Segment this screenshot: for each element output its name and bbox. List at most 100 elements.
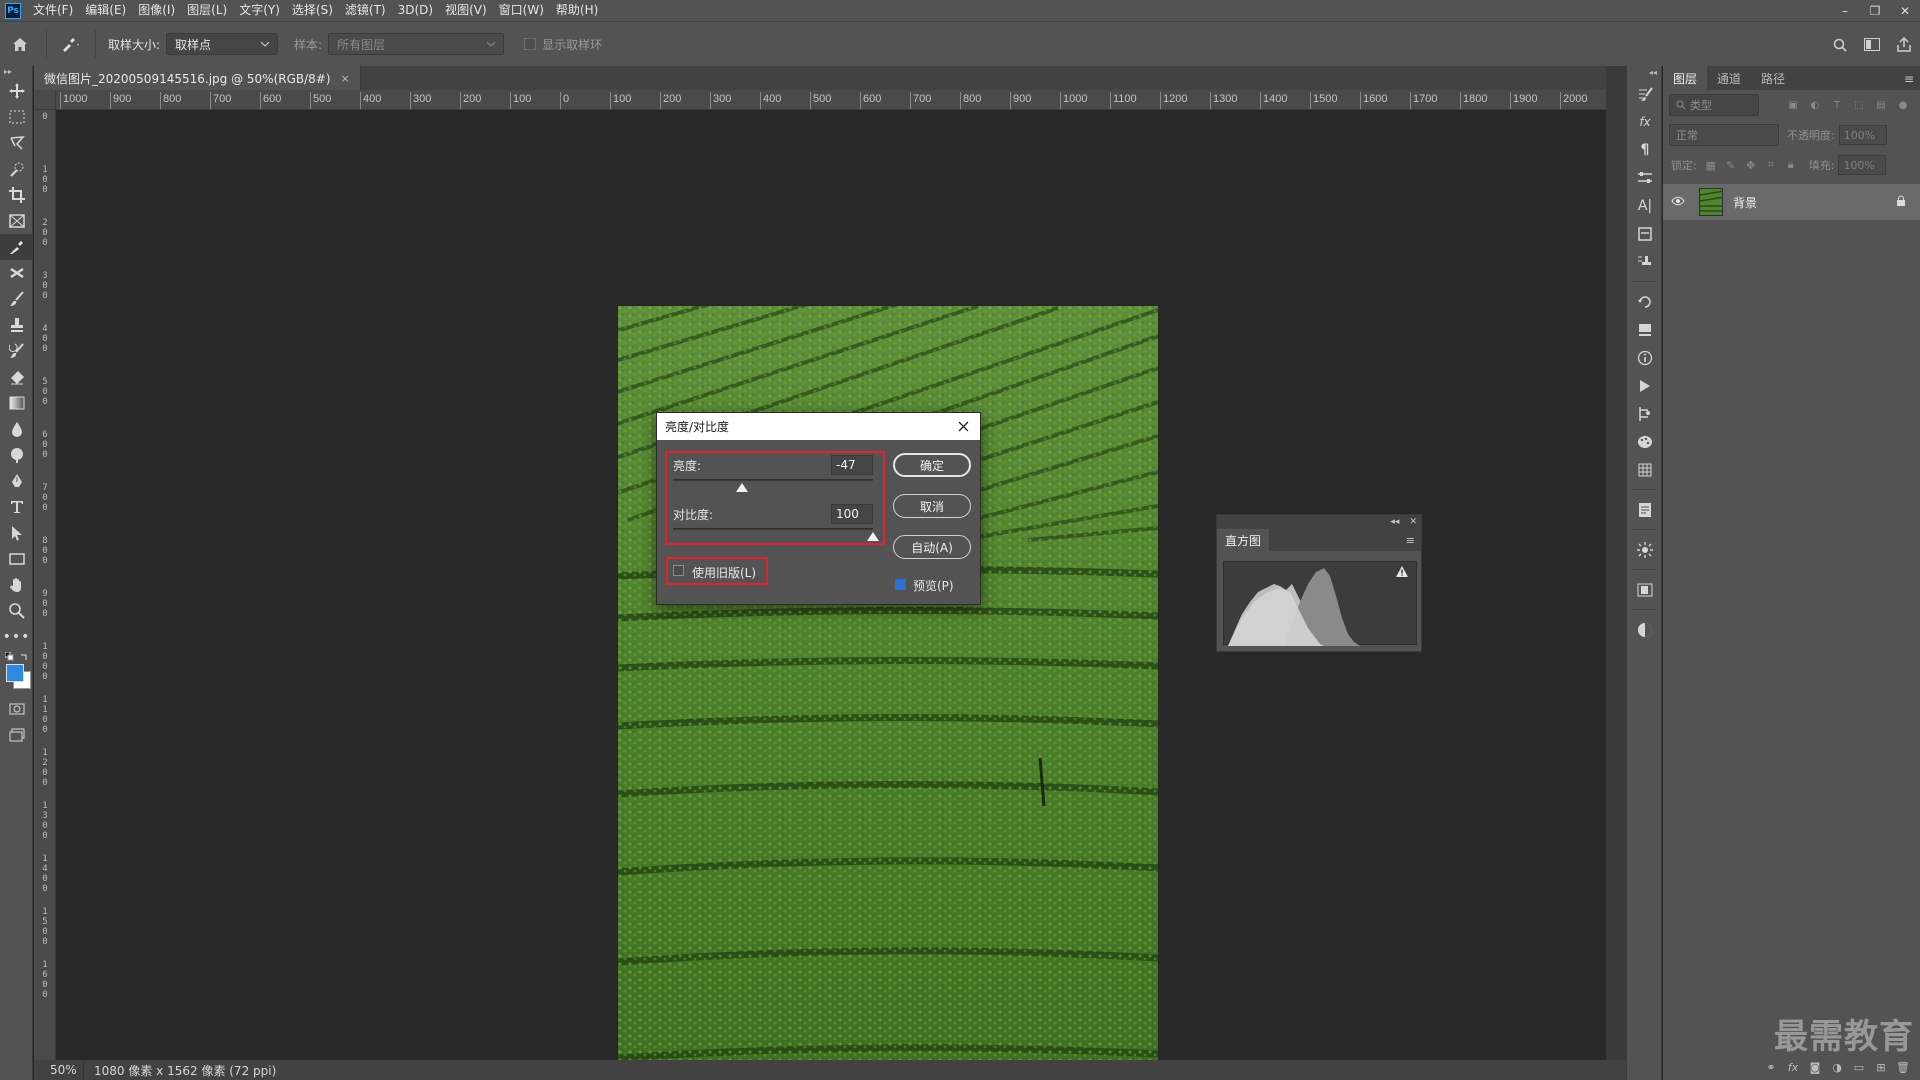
clone-source-button[interactable] [1627, 248, 1663, 276]
character-button[interactable]: A| [1627, 192, 1663, 220]
new-layer-icon[interactable]: ⊞ [1870, 1061, 1892, 1074]
lasso-tool[interactable] [0, 130, 33, 156]
brightness-input[interactable]: -47 [831, 455, 873, 475]
document-info[interactable]: 1080 像素 x 1562 像素 (72 ppi) [84, 1062, 276, 1079]
filter-toggle-icon[interactable]: ● [1892, 94, 1914, 116]
swatches-panel-button[interactable] [1627, 428, 1663, 456]
ruler-origin[interactable] [34, 90, 56, 110]
menu-window[interactable]: 窗口(W) [493, 0, 550, 21]
dodge-tool[interactable] [0, 442, 33, 468]
clone-stamp-tool[interactable] [0, 312, 33, 338]
patterns-button[interactable] [1627, 456, 1663, 484]
styles-button[interactable]: fx [1627, 108, 1663, 136]
opacity-field[interactable]: 100% [1838, 125, 1887, 145]
layer-row[interactable]: 背景 [1663, 184, 1920, 220]
delete-layer-icon[interactable]: 🗑︎ [1892, 1061, 1914, 1074]
lock-position-icon[interactable]: ✥ [1741, 155, 1761, 175]
eraser-tool[interactable] [0, 364, 33, 390]
zoom-level[interactable]: 50% [34, 1060, 84, 1080]
menu-view[interactable]: 视图(V) [439, 0, 493, 21]
edit-toolbar-button[interactable]: ••• [0, 624, 33, 650]
auto-button[interactable]: 自动(A) [893, 535, 971, 559]
menu-filter[interactable]: 滤镜(T) [339, 0, 392, 21]
legacy-label[interactable]: 使用旧版(L) [692, 564, 756, 581]
new-group-icon[interactable]: ▭ [1848, 1061, 1870, 1074]
share-button[interactable] [1888, 29, 1920, 61]
info-panel-button[interactable] [1627, 220, 1663, 248]
layer-kind-filter[interactable]: 类型 [1669, 94, 1759, 116]
learn-button[interactable] [1627, 576, 1663, 604]
lock-transparent-icon[interactable]: ▦ [1701, 155, 1721, 175]
menu-edit[interactable]: 编辑(E) [79, 0, 132, 21]
dialog-titlebar[interactable]: 亮度/对比度 [657, 413, 980, 440]
hand-tool[interactable] [0, 572, 33, 598]
lock-paint-icon[interactable]: ✎ [1721, 155, 1741, 175]
link-layers-icon[interactable]: ⚭ [1760, 1061, 1782, 1074]
notes-button[interactable] [1627, 496, 1663, 524]
collapse-dock-icon[interactable]: ◂◂ [1627, 66, 1661, 80]
crop-tool[interactable] [0, 182, 33, 208]
minimize-button[interactable]: – [1830, 0, 1860, 21]
move-tool[interactable] [0, 78, 33, 104]
quick-mask-button[interactable] [0, 696, 33, 722]
color-swatches[interactable] [0, 650, 33, 690]
paragraph-button[interactable]: ¶ [1627, 136, 1663, 164]
filter-type-icon[interactable]: T [1826, 94, 1848, 116]
layer-name[interactable]: 背景 [1733, 194, 1896, 211]
cancel-button[interactable]: 取消 [893, 494, 971, 518]
layer-comps-button[interactable] [1627, 400, 1663, 428]
contrast-slider-thumb[interactable] [867, 532, 879, 541]
pen-tool[interactable] [0, 468, 33, 494]
rectangle-tool[interactable] [0, 546, 33, 572]
collapse-panel-icon[interactable]: ◂◂ [1390, 517, 1399, 527]
menu-image[interactable]: 图像(I) [132, 0, 181, 21]
blur-tool[interactable] [0, 416, 33, 442]
new-adjustment-icon[interactable]: ◑ [1826, 1061, 1848, 1074]
type-tool[interactable] [0, 494, 33, 520]
workspace-button[interactable] [1856, 29, 1888, 61]
screen-mode-button[interactable] [0, 722, 33, 748]
eyedropper-tool[interactable] [0, 234, 33, 260]
tab-channels[interactable]: 通道 [1707, 66, 1751, 90]
path-selection-tool[interactable] [0, 520, 33, 546]
brush-settings-button[interactable] [1627, 80, 1663, 108]
sample-select[interactable]: 所有图层 [328, 33, 505, 55]
panel-menu-icon[interactable]: ≡ [1904, 72, 1914, 86]
show-ring-checkbox[interactable] [524, 38, 537, 50]
close-panel-icon[interactable]: ✕ [1409, 517, 1417, 527]
home-button[interactable] [0, 24, 40, 64]
adjustments-button[interactable] [1627, 316, 1663, 344]
cache-warning-icon[interactable] [1396, 566, 1408, 577]
brightness-slider-track[interactable] [673, 479, 873, 481]
marquee-tool[interactable] [0, 104, 33, 130]
libraries-button[interactable] [1627, 536, 1663, 564]
filter-adjustment-icon[interactable]: ◐ [1804, 94, 1826, 116]
menu-3d[interactable]: 3D(D) [392, 0, 439, 21]
legacy-checkbox[interactable] [673, 565, 684, 576]
tab-histogram[interactable]: 直方图 [1217, 529, 1270, 551]
history-brush-tool[interactable] [0, 338, 33, 364]
dialog-close-button[interactable] [954, 417, 972, 435]
history-button[interactable] [1627, 288, 1663, 316]
filter-shape-icon[interactable]: ⬚ [1848, 94, 1870, 116]
quick-selection-tool[interactable] [0, 156, 33, 182]
foreground-color-swatch[interactable] [6, 664, 24, 682]
ok-button[interactable]: 确定 [893, 453, 971, 477]
preview-checkbox[interactable] [895, 579, 906, 590]
filter-pixel-icon[interactable]: ▣ [1782, 94, 1804, 116]
preview-label[interactable]: 预览(P) [913, 577, 954, 594]
filter-smart-object-icon[interactable]: ▤ [1870, 94, 1892, 116]
histogram-menu-icon[interactable]: ≡ [1406, 534, 1415, 547]
add-mask-icon[interactable]: ◙ [1804, 1061, 1826, 1074]
brush-tool[interactable] [0, 286, 33, 312]
healing-brush-tool[interactable] [0, 260, 33, 286]
lock-artboard-icon[interactable]: ⌗ [1761, 155, 1781, 175]
gradient-tool[interactable] [0, 390, 33, 416]
restore-button[interactable]: ❐ [1860, 0, 1890, 21]
menu-layer[interactable]: 图层(L) [181, 0, 233, 21]
menu-help[interactable]: 帮助(H) [550, 0, 604, 21]
brightness-slider-thumb[interactable] [735, 483, 748, 492]
contrast-slider-track[interactable] [673, 528, 873, 530]
close-tab-icon[interactable]: × [341, 72, 350, 85]
lock-all-icon[interactable]: 🔒︎ [1781, 155, 1801, 175]
